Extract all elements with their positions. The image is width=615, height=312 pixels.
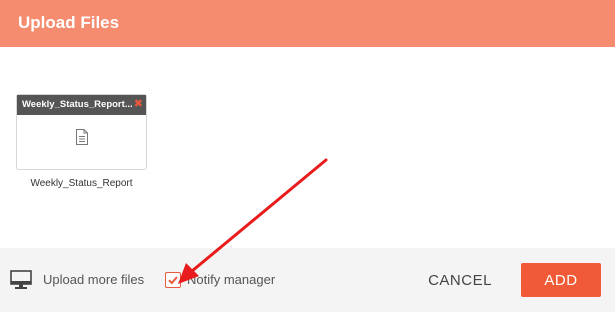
- dialog-footer: Upload more files Notify manager CANCEL …: [0, 248, 615, 312]
- file-card-header: Weekly_Status_Report... ✖: [17, 95, 146, 115]
- dialog-title: Upload Files: [18, 13, 120, 32]
- close-icon[interactable]: ✖: [134, 98, 143, 111]
- notify-manager-checkbox[interactable]: [165, 272, 181, 288]
- document-icon: [76, 129, 88, 145]
- upload-files-dialog: Upload Files Weekly_Status_Report... ✖ W…: [0, 0, 615, 312]
- add-button[interactable]: ADD: [521, 263, 601, 297]
- notify-manager-label[interactable]: Notify manager: [187, 272, 275, 287]
- file-card: Weekly_Status_Report... ✖: [16, 94, 147, 170]
- cancel-button[interactable]: CANCEL: [418, 265, 502, 295]
- upload-more-files-link[interactable]: Upload more files: [43, 272, 144, 287]
- monitor-icon[interactable]: [10, 270, 32, 290]
- file-caption: Weekly_Status_Report: [30, 178, 133, 189]
- check-icon: [168, 276, 178, 285]
- dialog-header: Upload Files: [0, 0, 615, 47]
- file-card-name: Weekly_Status_Report...: [22, 99, 133, 110]
